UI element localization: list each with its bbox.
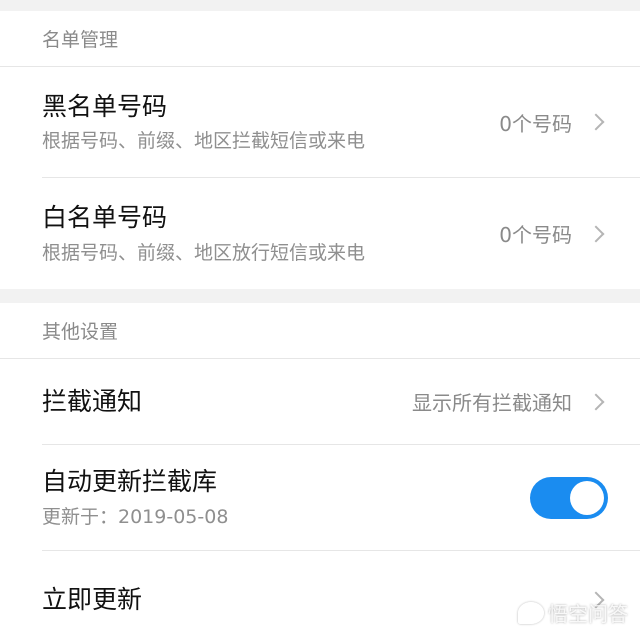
auto-update-toggle[interactable] <box>530 476 608 519</box>
other-settings-section: 其他设置 拦截通知 显示所有拦截通知 自动更新拦截库 更新于：2019-05-0… <box>0 303 640 633</box>
blacklist-row[interactable]: 黑名单号码 根据号码、前缀、地区拦截短信或来电 0个号码 <box>42 67 640 178</box>
block-notification-title: 拦截通知 <box>42 386 143 416</box>
toggle-knob <box>570 480 604 515</box>
auto-update-title: 自动更新拦截库 <box>42 467 218 497</box>
auto-update-row[interactable]: 自动更新拦截库 更新于：2019-05-08 <box>42 445 640 551</box>
watermark-text: 悟空问答 <box>548 602 628 626</box>
block-notification-row[interactable]: 拦截通知 显示所有拦截通知 <box>42 359 640 445</box>
whitelist-row[interactable]: 白名单号码 根据号码、前缀、地区放行短信或来电 0个号码 <box>42 178 640 289</box>
section-gap <box>0 289 640 303</box>
update-now-texts: 立即更新 <box>42 584 590 615</box>
auto-update-texts: 自动更新拦截库 更新于：2019-05-08 <box>42 466 530 528</box>
whitelist-title: 白名单号码 <box>42 203 168 233</box>
whitelist-count: 0个号码 <box>499 223 572 247</box>
list-management-section: 名单管理 黑名单号码 根据号码、前缀、地区拦截短信或来电 0个号码 白名单号码 … <box>0 11 640 289</box>
chevron-right-icon <box>587 113 605 131</box>
update-now-title: 立即更新 <box>42 584 143 614</box>
section-header-list-management: 名单管理 <box>0 11 640 67</box>
blacklist-title: 黑名单号码 <box>42 91 168 121</box>
chevron-right-icon <box>587 225 605 242</box>
whitelist-subtitle: 根据号码、前缀、地区放行短信或来电 <box>42 241 366 264</box>
auto-update-subtitle: 更新于：2019-05-08 <box>42 505 229 528</box>
block-notification-texts: 拦截通知 <box>42 386 412 417</box>
speech-bubble-icon <box>518 601 544 624</box>
whitelist-texts: 白名单号码 根据号码、前缀、地区放行短信或来电 <box>42 202 499 264</box>
blacklist-subtitle: 根据号码、前缀、地区拦截短信或来电 <box>42 130 366 153</box>
block-notification-value: 显示所有拦截通知 <box>412 391 572 415</box>
top-gap <box>0 0 640 11</box>
watermark: 悟空问答 <box>518 598 628 627</box>
blacklist-texts: 黑名单号码 根据号码、前缀、地区拦截短信或来电 <box>42 91 499 153</box>
blacklist-count: 0个号码 <box>499 111 572 136</box>
chevron-right-icon <box>587 393 605 410</box>
section-header-other-settings: 其他设置 <box>0 303 640 359</box>
